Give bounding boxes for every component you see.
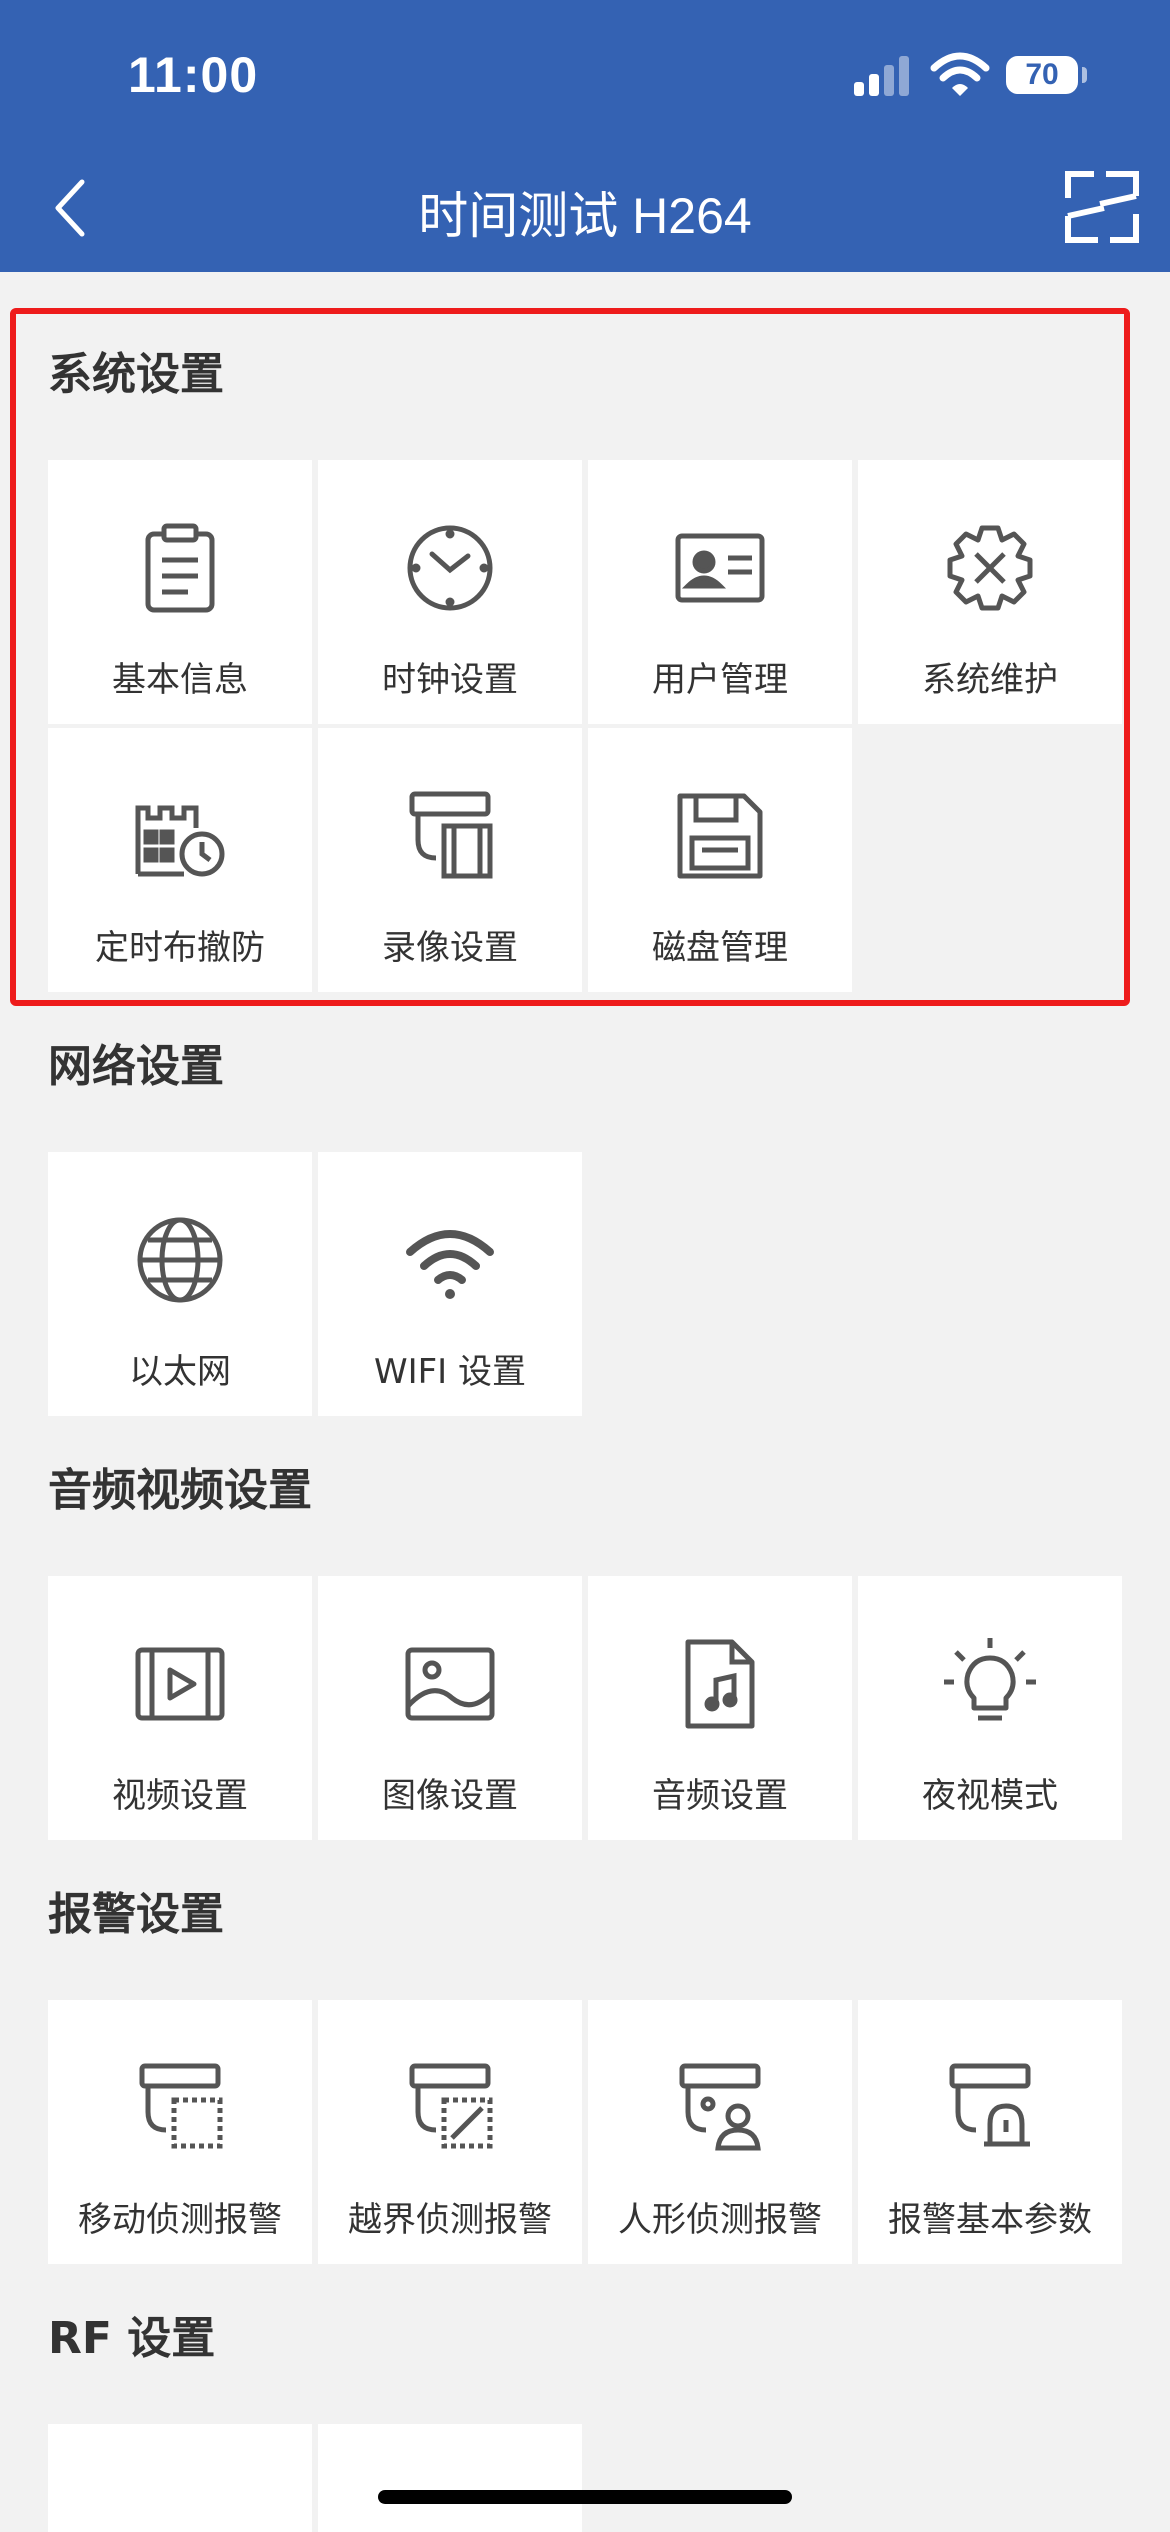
tile-night-mode[interactable]: 夜视模式	[858, 1576, 1122, 1840]
section-title-alarm: 报警设置	[48, 1889, 224, 1940]
music-file-icon	[685, 1639, 755, 1729]
battery-indicator: 70	[1006, 56, 1078, 94]
tile-label: 定时布撤防	[95, 928, 265, 968]
tile-label: WIFI 设置	[373, 1352, 527, 1392]
wifi-icon	[406, 1230, 494, 1299]
tile-wifi-settings[interactable]: WIFI 设置	[318, 1152, 582, 1416]
tile-alarm-basic-params[interactable]: 报警基本参数	[858, 2000, 1122, 2264]
motion-camera-icon	[139, 2063, 223, 2149]
id-card-icon	[675, 533, 765, 603]
tile-label: 用户管理	[652, 660, 788, 700]
tile-label: 以太网	[129, 1352, 231, 1392]
tile-image-settings[interactable]: 图像设置	[318, 1576, 582, 1840]
tile-recording-settings[interactable]: 录像设置	[318, 728, 582, 992]
section-title-network: 网络设置	[48, 1041, 224, 1092]
film-play-icon	[135, 1647, 225, 1721]
home-indicator	[378, 2490, 792, 2504]
tile-label: 时钟设置	[382, 660, 518, 700]
tile-label: 人形侦测报警	[618, 2200, 822, 2240]
tile-rf-1[interactable]	[48, 2424, 312, 2532]
tile-system-maintenance[interactable]: 系统维护	[858, 460, 1122, 724]
tile-label: 图像设置	[382, 1776, 518, 1816]
tile-schedule-arming[interactable]: 定时布撤防	[48, 728, 312, 992]
tile-human-detection-alarm[interactable]: 人形侦测报警	[588, 2000, 852, 2264]
globe-icon	[137, 1217, 223, 1303]
wifi-status-icon	[930, 52, 990, 96]
tile-user-management[interactable]: 用户管理	[588, 460, 852, 724]
status-time: 11:00	[128, 47, 259, 103]
tile-disk-management[interactable]: 磁盘管理	[588, 728, 852, 992]
switch-device-icon[interactable]	[1064, 168, 1140, 244]
tile-label: 磁盘管理	[652, 928, 788, 968]
tile-label: 系统维护	[922, 660, 1058, 700]
floppy-disk-icon	[677, 793, 763, 879]
tile-label: 音频设置	[652, 1776, 788, 1816]
section-title-rf: RF 设置	[48, 2313, 216, 2364]
tile-label: 视频设置	[112, 1776, 248, 1816]
page-title: 时间测试 H264	[418, 188, 752, 244]
tile-label: 基本信息	[112, 660, 248, 700]
tile-rf-2[interactable]	[318, 2424, 582, 2532]
lightbulb-icon	[944, 1638, 1036, 1721]
tile-label: 录像设置	[382, 928, 518, 968]
tile-label: 越界侦测报警	[348, 2200, 552, 2240]
tile-basic-info[interactable]: 基本信息	[48, 460, 312, 724]
camera-film-icon	[409, 791, 493, 879]
tile-label: 报警基本参数	[888, 2200, 1092, 2240]
tile-ethernet[interactable]: 以太网	[48, 1152, 312, 1416]
tile-video-settings[interactable]: 视频设置	[48, 1576, 312, 1840]
tile-motion-detection-alarm[interactable]: 移动侦测报警	[48, 2000, 312, 2264]
section-title-system: 系统设置	[48, 349, 224, 400]
gear-tools-icon	[947, 525, 1033, 611]
line-cross-camera-icon	[409, 2063, 493, 2149]
app-header: 11:00 70 时间测试 H264	[0, 0, 1170, 272]
tile-label: 移动侦测报警	[78, 2200, 282, 2240]
human-camera-icon	[679, 2063, 761, 2151]
clock-icon	[407, 525, 493, 611]
section-title-av: 音频视频设置	[48, 1465, 312, 1516]
tile-audio-settings[interactable]: 音频设置	[588, 1576, 852, 1840]
cellular-signal-icon	[854, 56, 909, 96]
tile-clock-settings[interactable]: 时钟设置	[318, 460, 582, 724]
tile-label: 夜视模式	[922, 1776, 1058, 1816]
clipboard-icon	[145, 523, 215, 613]
image-icon	[405, 1647, 495, 1721]
battery-nub	[1082, 67, 1087, 83]
castle-clock-icon	[135, 805, 225, 877]
tile-line-crossing-alarm[interactable]: 越界侦测报警	[318, 2000, 582, 2264]
alarm-camera-icon	[949, 2063, 1031, 2147]
